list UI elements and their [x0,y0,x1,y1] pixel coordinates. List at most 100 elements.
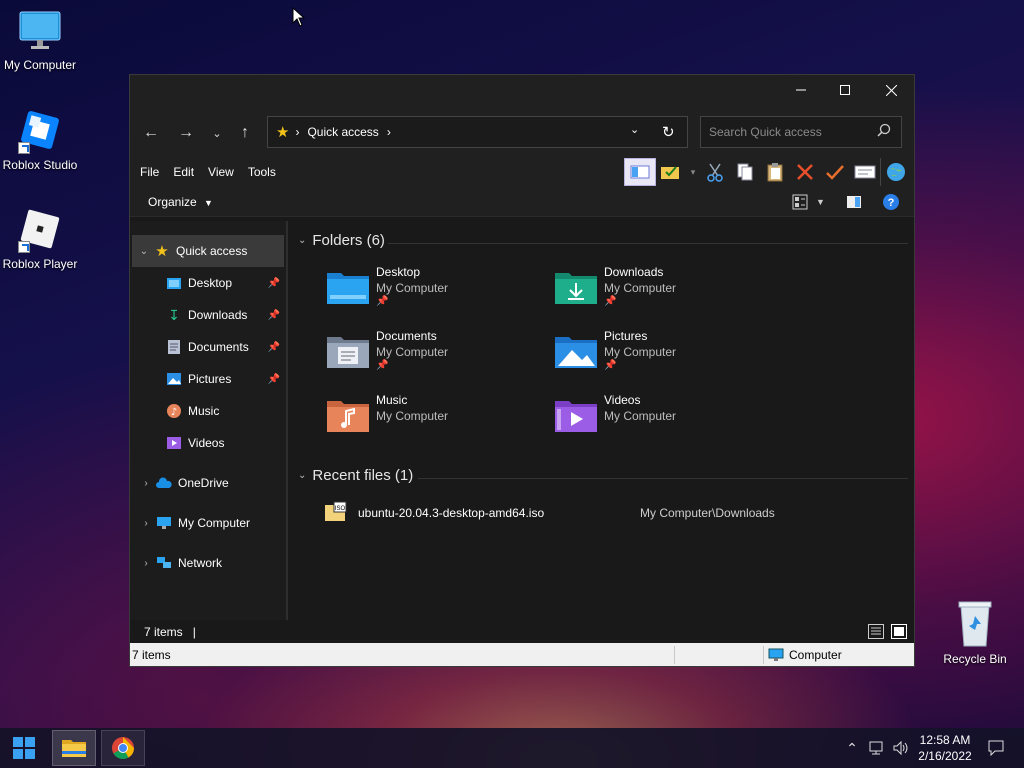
delete-button[interactable] [790,158,820,186]
clock[interactable]: 12:58 AM 2/16/2022 [916,728,974,768]
start-button[interactable] [2,730,46,766]
details-view-button[interactable] [868,624,884,642]
network-globe-button[interactable] [880,158,910,186]
nav-label: Pictures [188,372,232,386]
pin-icon: 📌 [604,360,617,371]
taskbar-chrome[interactable] [101,730,145,766]
folder-music[interactable]: Music My Computer [326,393,546,449]
preview-toggle-button[interactable] [846,194,862,213]
desktop-folder-icon [166,275,182,291]
videos-folder-icon [554,397,598,437]
nav-network[interactable]: › Network [130,547,286,579]
clipboard-icon [767,163,783,182]
minimize-button[interactable] [778,75,824,105]
menu-edit[interactable]: Edit [173,165,194,179]
documents-folder-icon [326,333,370,373]
volume-button[interactable] [890,728,912,768]
chevron-down-icon: ⌄ [298,470,307,481]
nav-desktop[interactable]: Desktop 📌 [130,267,286,299]
pictures-icon [166,371,182,387]
apply-button[interactable] [820,158,850,186]
nav-label: Documents [188,340,249,354]
address-dropdown-button[interactable]: ⌄ [630,123,639,136]
search-placeholder: Search Quick access [709,125,822,139]
nav-pictures[interactable]: Pictures 📌 [130,363,286,395]
select-all-button[interactable] [656,158,686,186]
folder-downloads[interactable]: Downloads My Computer 📌 [554,265,774,321]
chevron-right-icon[interactable]: › [136,558,156,569]
nav-my-computer[interactable]: › My Computer [130,507,286,539]
recent-locations-button[interactable]: ⌄ [204,120,230,146]
menu-view[interactable]: View [208,165,234,179]
paste-button[interactable] [760,158,790,186]
details-bar: 7 items Computer [130,643,914,666]
chevron-right-icon[interactable]: › [136,478,156,489]
preview-pane-button[interactable] [624,158,656,186]
pin-icon[interactable]: 📌 [268,278,280,289]
monitor-icon [156,515,172,531]
copy-button[interactable] [730,158,760,186]
folder-name: Videos [604,393,641,407]
up-button[interactable]: ↑ [232,120,258,146]
maximize-button[interactable] [822,75,868,105]
nav-downloads[interactable]: ↧ Downloads 📌 [130,299,286,331]
back-button[interactable]: ← [138,120,164,146]
pin-icon: 📌 [376,360,389,371]
maximize-icon [840,85,850,95]
folders-group-header[interactable]: ⌄ Folders (6) [298,232,385,249]
pin-icon[interactable]: 📌 [268,310,280,321]
title-bar[interactable] [130,75,914,105]
breadcrumb-quick-access[interactable]: Quick access [307,125,378,139]
checkmark-icon [826,165,844,180]
folder-desktop[interactable]: Desktop My Computer 📌 [326,265,546,321]
nav-onedrive[interactable]: › OneDrive [130,467,286,499]
desktop-icon-my-computer[interactable]: My Computer [0,10,80,72]
pictures-folder-icon [554,333,598,373]
refresh-button[interactable]: ↻ [662,123,675,141]
folder-documents[interactable]: Documents My Computer 📌 [326,329,546,385]
group-divider [388,243,908,244]
recent-files-group-header[interactable]: ⌄ Recent files (1) [298,467,413,484]
chevron-down-icon: ⌄ [630,124,640,136]
menu-tools[interactable]: Tools [248,165,276,179]
chevron-down-icon: ⌄ [298,235,307,246]
folder-videos[interactable]: Videos My Computer [554,393,774,449]
chevron-right-icon[interactable]: › [136,518,156,529]
folder-pictures[interactable]: Pictures My Computer 📌 [554,329,774,385]
nav-label: Network [178,556,223,570]
nav-documents[interactable]: Documents 📌 [130,331,286,363]
refresh-icon: ↻ [662,124,675,141]
forward-button[interactable]: → [173,120,199,146]
taskbar-file-explorer[interactable] [52,730,96,766]
nav-videos[interactable]: Videos [130,427,286,459]
roblox-studio-icon [16,106,64,154]
help-button[interactable]: ? [882,193,900,214]
notifications-button[interactable] [984,728,1008,768]
show-hidden-icons-button[interactable]: ⌃ [842,728,862,768]
file-explorer-window: ← → ⌄ ↑ ★ › Quick access › ⌄ ↻ Search Qu… [129,74,915,667]
minimize-icon [796,89,806,91]
bottom-location: Computer [789,647,842,662]
recent-file-row[interactable]: ISO ubuntu-20.04.3-desktop-amd64.iso My … [324,501,904,525]
desktop-icon-roblox-player[interactable]: Roblox Player [0,205,80,271]
ethernet-icon [869,741,883,755]
cut-button[interactable] [700,158,730,186]
nav-quick-access[interactable]: ⌄ ★ Quick access [132,235,284,267]
large-icons-view-button[interactable] [891,624,907,642]
address-bar[interactable]: ★ › Quick access › ⌄ ↻ [267,116,688,148]
menu-file[interactable]: File [140,165,159,179]
desktop-icon-recycle-bin[interactable]: Recycle Bin [935,600,1015,666]
change-view-button[interactable]: ▼ [792,194,825,210]
chevron-down-icon[interactable]: ⌄ [134,246,154,257]
nav-music[interactable]: ♪ Music [130,395,286,427]
organize-button[interactable]: Organize ▼ [148,195,213,209]
globe-icon [886,163,905,181]
desktop-icon-roblox-studio[interactable]: Roblox Studio [0,106,80,172]
search-input[interactable]: Search Quick access [700,116,902,148]
toolbar-dropdown[interactable]: ▾ [686,158,700,186]
pin-icon[interactable]: 📌 [268,374,280,385]
close-button[interactable] [868,75,914,105]
pin-icon[interactable]: 📌 [268,342,280,353]
network-status-button[interactable] [866,728,888,768]
properties-button[interactable] [850,158,880,186]
